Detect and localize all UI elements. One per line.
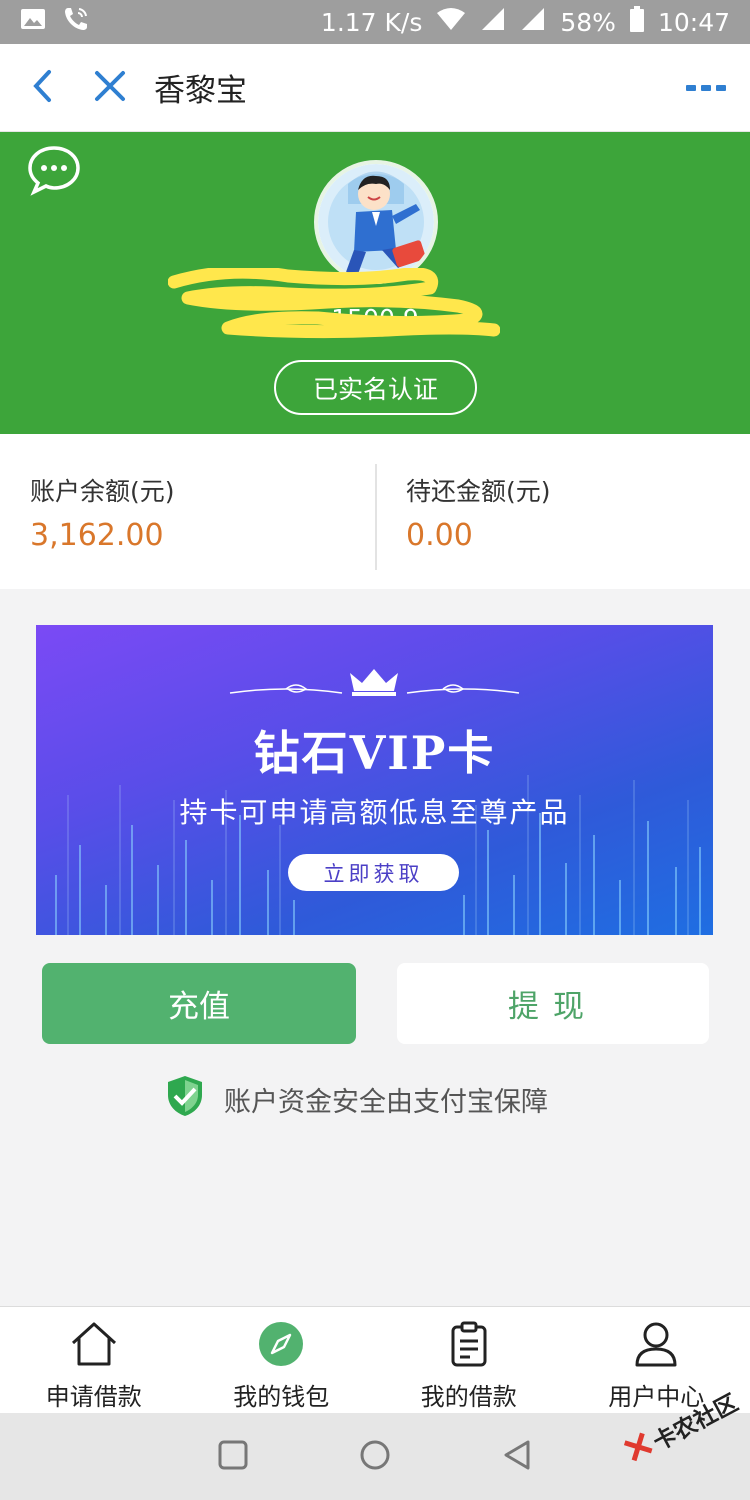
- signal-icon: [480, 7, 506, 37]
- more-icon: [686, 78, 726, 97]
- balance-panel: 账户余额(元) 3,162.00 待还金额(元) 0.00: [0, 434, 750, 589]
- amount-due-label: 待还金额(元): [406, 477, 551, 506]
- close-button[interactable]: [80, 58, 140, 118]
- tab-label-my-loans: 我的借款: [420, 1383, 517, 1411]
- safety-note: 账户资金安全由支付宝保障: [166, 1075, 548, 1124]
- account-balance[interactable]: 账户余额(元) 3,162.00: [0, 434, 374, 589]
- tab-label-my-wallet: 我的钱包: [233, 1383, 330, 1411]
- amount-due[interactable]: 待还金额(元) 0.00: [374, 434, 750, 589]
- compass-icon: [258, 1321, 304, 1371]
- profile-header: 1500 9 已实名认证: [0, 132, 750, 434]
- get-now-button[interactable]: 立即获取: [288, 854, 459, 891]
- tab-label-apply-loan: 申请借款: [45, 1383, 142, 1411]
- more-button[interactable]: [686, 78, 726, 97]
- safety-text: 账户资金安全由支付宝保障: [224, 1087, 548, 1118]
- message-button[interactable]: [26, 144, 82, 200]
- user-icon: [633, 1321, 679, 1371]
- vip-banner[interactable]: 钻石VIP卡 持卡可申请高额低息至尊产品 立即获取: [36, 625, 713, 935]
- divider: [375, 464, 377, 570]
- amount-due-value: 0.00: [406, 518, 473, 553]
- recents-button[interactable]: [217, 1439, 249, 1475]
- nav-bar: 香黎宝: [0, 44, 750, 132]
- gallery-icon: [20, 7, 46, 37]
- withdraw-button[interactable]: 提现: [397, 963, 709, 1044]
- verified-badge-button[interactable]: 已实名认证: [274, 360, 477, 415]
- page-title: 香黎宝: [154, 73, 247, 109]
- vip-card-title: 钻石VIP卡: [253, 726, 496, 780]
- back-system-button[interactable]: [501, 1439, 533, 1475]
- close-icon: [94, 70, 126, 106]
- home-button[interactable]: [359, 1439, 391, 1475]
- document-icon: [450, 1321, 488, 1371]
- tab-apply-loan[interactable]: 申请借款: [0, 1307, 188, 1413]
- tab-bar: 申请借款 我的钱包 我的借款 用户中心: [0, 1306, 750, 1413]
- redaction-scribble: [168, 268, 500, 339]
- battery-level: 58%: [560, 7, 616, 37]
- chat-bubble-icon: [26, 146, 82, 200]
- status-bar: 1.17 K/s 58% 10:47: [0, 0, 750, 44]
- signal-icon-2: [520, 7, 546, 37]
- back-button[interactable]: [12, 58, 72, 118]
- account-balance-label: 账户余额(元): [30, 477, 175, 506]
- tab-my-wallet[interactable]: 我的钱包: [188, 1307, 376, 1413]
- chevron-left-icon: [30, 69, 54, 107]
- recharge-button[interactable]: 充值: [42, 963, 356, 1044]
- square-icon: [218, 1440, 248, 1469]
- tab-my-loans[interactable]: 我的借款: [375, 1307, 563, 1413]
- account-balance-value: 3,162.00: [30, 518, 164, 553]
- triangle-back-icon: [504, 1440, 530, 1469]
- call-icon: [62, 5, 90, 39]
- battery-icon: [629, 6, 644, 38]
- circle-icon: [360, 1440, 390, 1469]
- wifi-icon: [436, 7, 466, 37]
- vip-card-subtitle: 持卡可申请高额低息至尊产品: [179, 796, 570, 829]
- avatar[interactable]: [314, 160, 438, 284]
- clock: 10:47: [657, 7, 730, 37]
- home-icon: [69, 1321, 119, 1371]
- network-speed: 1.17 K/s: [320, 7, 423, 37]
- crown-ornament-icon: [229, 669, 520, 696]
- shield-icon: [166, 1075, 204, 1124]
